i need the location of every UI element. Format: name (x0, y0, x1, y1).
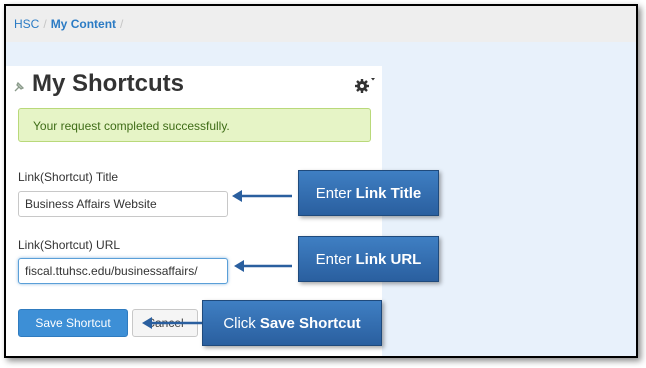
panel-header: My Shortcuts (10, 70, 378, 100)
breadcrumb-separator: / (120, 17, 124, 31)
page-title: My Shortcuts (32, 70, 185, 97)
breadcrumb-current-link[interactable]: My Content (51, 17, 116, 31)
arrow-left-icon (234, 260, 292, 272)
callout-prefix: Click (223, 314, 256, 332)
breadcrumb: HSC / My Content / (6, 6, 636, 42)
breadcrumb-separator: / (43, 17, 47, 31)
callout-click-save-shortcut: Click Save Shortcut (202, 300, 382, 346)
gear-icon[interactable] (354, 76, 376, 94)
breadcrumb-root-link[interactable]: HSC (14, 17, 39, 31)
title-field-label: Link(Shortcut) Title (18, 170, 119, 184)
callout-emphasis: Link Title (355, 184, 422, 202)
pin-icon (14, 81, 25, 92)
success-alert: Your request completed successfully. (18, 108, 371, 142)
save-shortcut-button[interactable]: Save Shortcut (18, 309, 128, 337)
arrow-left-icon (142, 317, 202, 329)
screenshot-frame: HSC/My Content/ My Shortcuts Your req (4, 4, 638, 358)
callout-enter-link-title: Enter Link Title (298, 170, 439, 216)
callout-emphasis: Save Shortcut (259, 314, 361, 332)
url-input[interactable] (18, 258, 228, 284)
callout-prefix: Enter (315, 184, 352, 202)
arrow-left-icon (232, 190, 292, 202)
title-input[interactable] (18, 191, 228, 217)
callout-emphasis: Link URL (355, 250, 422, 268)
callout-enter-link-url: Enter Link URL (298, 236, 439, 282)
callout-prefix: Enter (315, 250, 352, 268)
url-field-label: Link(Shortcut) URL (18, 238, 121, 252)
